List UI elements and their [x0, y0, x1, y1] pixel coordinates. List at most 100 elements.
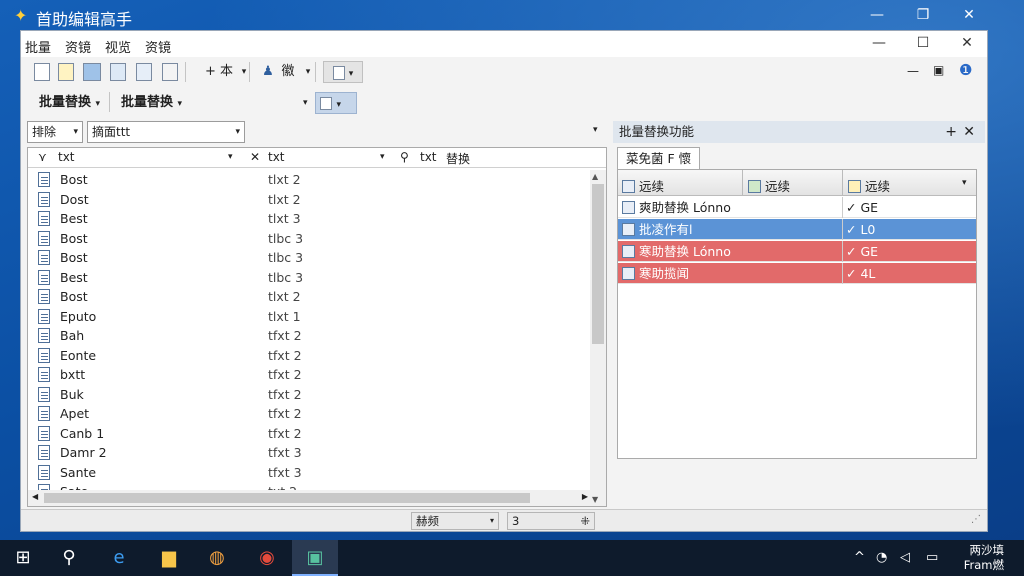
file-row[interactable]: Sante tfxt 3 — [28, 463, 590, 483]
file-ext: tfxt 2 — [268, 386, 302, 402]
new-file-button[interactable] — [31, 61, 53, 83]
person-icon[interactable]: ♟ — [257, 61, 279, 83]
window-close-button[interactable]: ✕ — [947, 35, 987, 51]
file-row[interactable]: Satetxt 2 — [28, 482, 590, 490]
window-maximize-button[interactable]: ☐ — [903, 35, 943, 51]
search-icon[interactable]: ⚲ — [400, 150, 409, 164]
outer-maximize-button[interactable]: ❐ — [900, 3, 946, 27]
file-row[interactable]: Bost tlbc 3 — [28, 248, 590, 268]
file-ext: tfxt 2 — [268, 367, 302, 382]
file-ext: tlxt 1 — [268, 308, 301, 324]
filter-combo[interactable]: 摘面ttt ▾ — [87, 121, 245, 143]
network-icon[interactable]: ◔ — [876, 550, 887, 565]
file-row[interactable]: Damr 2 tfxt 3 — [28, 443, 590, 463]
replace-rule-row[interactable]: 批凌作有l ✓ L0 — [618, 219, 976, 240]
status-combo-2[interactable]: 3 ⁜ — [507, 512, 595, 530]
header-col1-dropdown-icon[interactable]: ▾ — [228, 152, 233, 162]
layout-button[interactable]: ▾ — [315, 92, 357, 114]
file-row[interactable]: Canb 1 tfxt 2 — [28, 424, 590, 444]
grid-header-dropdown-icon[interactable]: ▾ — [962, 178, 967, 188]
file-row[interactable]: Bost tlbc 3 — [28, 229, 590, 249]
start-windows-icon[interactable]: ⊞ — [0, 540, 46, 576]
toolbar-separator — [315, 62, 316, 82]
menu-item-batch[interactable]: 批量 — [25, 37, 51, 56]
file-row[interactable]: Eputo tlxt 1 — [28, 307, 590, 327]
replace-rule-row[interactable]: 寒助替换 Lónno ✓ GE — [618, 241, 976, 262]
taskbar-clock[interactable]: 两沙填 Fram燃 — [964, 543, 1004, 573]
header-col2-dropdown-icon[interactable]: ▾ — [380, 152, 385, 162]
notification-icon[interactable]: ▭ — [926, 550, 938, 565]
menu-item-view[interactable]: 视览 — [105, 37, 131, 56]
edit-button[interactable] — [107, 61, 129, 83]
person-label[interactable]: 徽 — [277, 61, 299, 83]
file-row[interactable]: Eonte tfxt 2 — [28, 346, 590, 366]
file-row[interactable]: Best tlbc 3 — [28, 268, 590, 288]
scroll-left-icon[interactable]: ◀ — [32, 492, 38, 501]
file-row[interactable]: Apet tfxt 2 — [28, 404, 590, 424]
replace-rule-row[interactable]: 爽助替换 Lónno ✓ GE — [618, 197, 976, 218]
batch-replace-button[interactable]: 批量替换 ▾ — [35, 92, 104, 114]
file-explorer-icon[interactable]: ▆ — [146, 540, 192, 576]
add-text-dropdown-icon[interactable]: ▾ — [233, 61, 255, 83]
header-col1[interactable]: txt — [58, 150, 75, 164]
file-row[interactable]: Bah tfxt 2 — [28, 326, 590, 346]
panel-minimize-button[interactable]: — — [907, 64, 919, 78]
download-icon — [162, 62, 178, 81]
menu-item-resources[interactable]: 资镜 — [65, 37, 91, 56]
header-col2[interactable]: txt — [268, 150, 285, 164]
volume-icon[interactable]: ◁ — [900, 550, 910, 565]
scroll-right-icon[interactable]: ▶ — [582, 492, 588, 501]
window-minimize-button[interactable]: — — [859, 35, 899, 51]
scroll-down-icon[interactable]: ▼ — [592, 495, 598, 504]
grid-header-col2[interactable]: 远续 — [748, 176, 790, 195]
vertical-scroll-thumb[interactable] — [592, 184, 604, 344]
outer-minimize-button[interactable]: — — [854, 3, 900, 27]
file-row[interactable]: Buk tfxt 2 — [28, 385, 590, 405]
tray-chevron-icon[interactable]: ^ — [854, 550, 865, 565]
menu-item-resources-2[interactable]: 资镜 — [145, 37, 171, 56]
scroll-up-icon[interactable]: ▲ — [592, 172, 598, 181]
replace-panel-tab[interactable]: 菜免菌 F 懷 — [617, 147, 701, 169]
filter-collapse-icon[interactable]: ▾ — [593, 125, 598, 135]
chrome-icon[interactable]: ◉ — [244, 540, 290, 576]
filter-icon[interactable]: ⋎ — [38, 150, 47, 164]
image-button[interactable] — [81, 61, 103, 83]
batch-replace-button-2[interactable]: 批量替换 ▾ — [117, 92, 186, 114]
export-button[interactable]: ▾ — [323, 61, 363, 83]
file-name: Bost — [60, 230, 88, 246]
file-row[interactable]: bxtt tfxt 2 — [28, 365, 590, 385]
restore-icon[interactable]: ▣ — [933, 63, 944, 77]
horizontal-scrollbar[interactable]: ◀ ▶ — [28, 490, 592, 506]
status-combo-1[interactable]: 赫频 ▾ — [411, 512, 499, 530]
grid-header-col1[interactable]: 远续 — [622, 176, 664, 195]
replace-grid-header: 远续 远续 远续 ▾ — [618, 170, 976, 196]
edge-browser-icon[interactable]: e — [96, 540, 142, 576]
grid-header-col3[interactable]: 远续 — [848, 176, 890, 195]
file-name: Damr 2 — [60, 445, 107, 460]
file-row[interactable]: Bost tlxt 2 — [28, 287, 590, 307]
grid-button[interactable] — [133, 61, 155, 83]
remove-icon[interactable]: ✕ — [250, 150, 260, 164]
store-icon[interactable]: ◍ — [194, 540, 240, 576]
file-row[interactable]: Best tlxt 3 — [28, 209, 590, 229]
download-button[interactable] — [159, 61, 181, 83]
exclude-combo[interactable]: 排除 ▾ — [27, 121, 83, 143]
header-col3[interactable]: txt — [420, 150, 437, 164]
file-row[interactable]: Dost tlxt 2 — [28, 190, 590, 210]
search-taskbar-icon[interactable]: ⚲ — [46, 540, 92, 576]
resize-grip-icon[interactable]: ⋰ — [971, 514, 981, 525]
vertical-scrollbar[interactable]: ▲ ▼ — [590, 170, 606, 506]
toolbar-dropdown-icon[interactable]: ▾ — [299, 92, 312, 114]
editor-app-taskbar-icon[interactable]: ▣ — [292, 540, 338, 576]
pin-icon[interactable]: + — [945, 121, 957, 143]
outer-close-button[interactable]: ✕ — [946, 3, 992, 27]
horizontal-scroll-thumb[interactable] — [44, 493, 530, 503]
header-col3-extra[interactable]: 替换 — [446, 150, 470, 167]
file-ext: tlxt 2 — [268, 191, 301, 207]
open-file-button[interactable] — [55, 61, 77, 83]
panel-close-icon[interactable]: ✕ — [963, 121, 975, 143]
help-icon[interactable]: ❶ — [959, 61, 972, 79]
replace-rule-row[interactable]: 寒助揽闻 ✓ 4L — [618, 263, 976, 284]
file-name: Buk — [60, 386, 84, 402]
file-row[interactable]: Bost tlxt 2 — [28, 170, 590, 190]
